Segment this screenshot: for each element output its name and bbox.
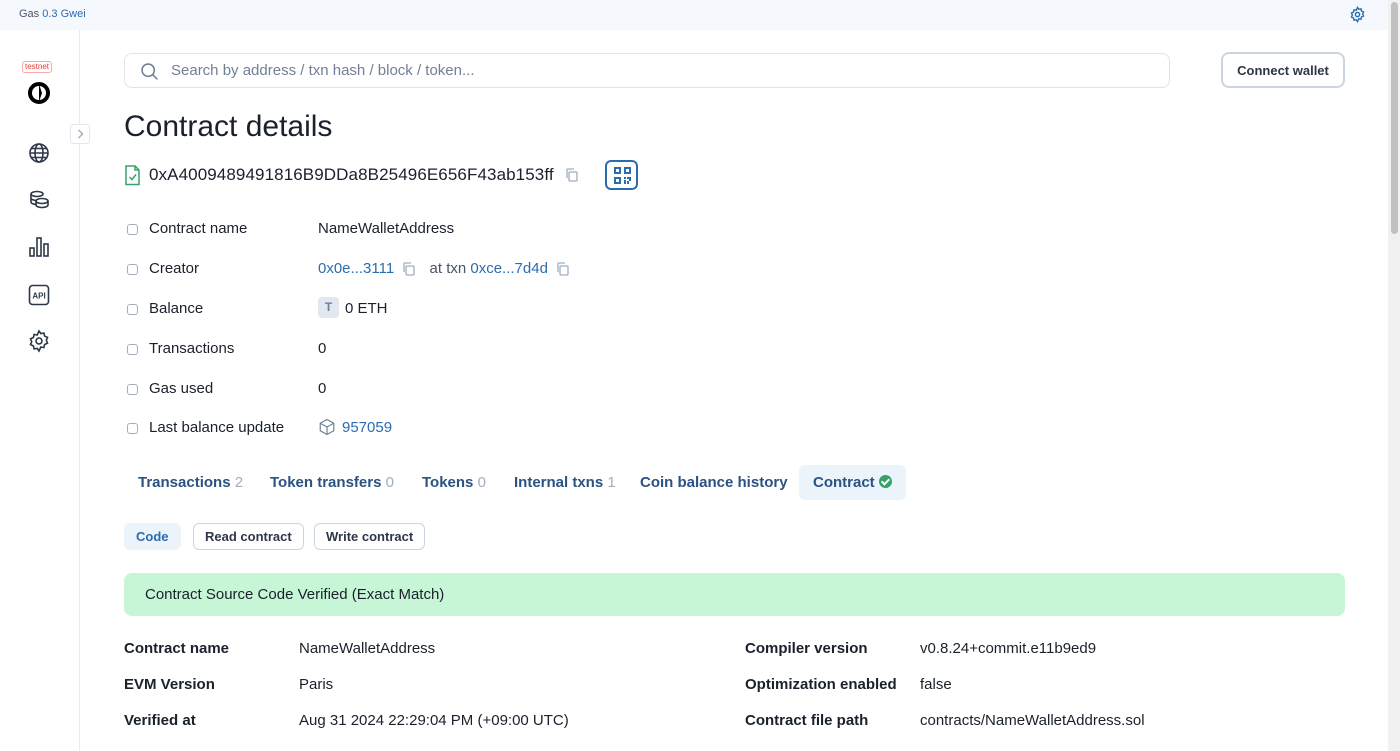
info-icon[interactable]	[127, 423, 138, 434]
info-icon[interactable]	[127, 344, 138, 355]
detail-value: false	[920, 676, 952, 693]
detail-value: Paris	[299, 676, 334, 693]
detail-value: contracts/NameWalletAddress.sol	[920, 712, 1145, 729]
creation-txn-link[interactable]: 0xce...7d4d	[470, 260, 548, 277]
verified-check-icon	[878, 474, 892, 488]
at-txn-label: at txn	[429, 260, 467, 277]
info-value: 0	[318, 340, 327, 357]
gas-value: 0.3 Gwei	[42, 8, 86, 20]
info-label: Balance	[149, 300, 204, 317]
sidebar: testnet API	[0, 30, 90, 751]
logo-icon[interactable]	[27, 81, 51, 105]
tab-count: 0	[385, 474, 394, 491]
tab-tokens[interactable]: Tokens 0	[408, 465, 500, 500]
search-bar[interactable]	[124, 53, 1170, 88]
verified-contract-icon	[125, 165, 140, 186]
creator-value: 0x0e...3111 at txn 0xce...7d4d	[318, 260, 569, 277]
block-link[interactable]: 957059	[342, 419, 392, 436]
detail-label: EVM Version	[124, 676, 215, 693]
tab-label: Token transfers	[270, 474, 382, 491]
detail-label: Compiler version	[745, 640, 868, 657]
detail-label: Verified at	[124, 712, 196, 729]
copy-icon[interactable]	[402, 262, 415, 276]
detail-label: Contract name	[124, 640, 230, 657]
tab-count: 0	[477, 474, 486, 491]
info-label: Creator	[149, 260, 200, 277]
testnet-badge: testnet	[22, 61, 53, 73]
tab-internal-txns[interactable]: Internal txns 1	[500, 465, 630, 500]
contract-address: 0xA4009489491816B9DDa8B25496E656F43ab153…	[149, 165, 554, 184]
info-label: Gas used	[149, 380, 214, 397]
stats-icon[interactable]	[27, 235, 51, 259]
chevron-right-icon	[77, 129, 84, 139]
read-contract-button[interactable]: Read contract	[193, 523, 304, 550]
tab-label: Contract	[813, 474, 875, 491]
detail-value: v0.8.24+commit.e11b9ed9	[920, 640, 1097, 657]
block-icon	[319, 418, 335, 435]
tokens-icon[interactable]	[27, 188, 51, 212]
info-label: Contract name	[149, 220, 248, 237]
copy-icon[interactable]	[556, 262, 569, 276]
tab-label: Transactions	[138, 474, 231, 491]
tab-label: Coin balance history	[640, 474, 788, 491]
balance-amount: 0 ETH	[345, 300, 388, 317]
detail-value: Aug 31 2024 22:29:04 PM (+09:00 UTC)	[299, 712, 569, 729]
code-tab-button[interactable]: Code	[124, 523, 181, 550]
copy-icon[interactable]	[565, 168, 578, 182]
tab-token-transfers[interactable]: Token transfers 0	[256, 465, 408, 500]
connect-wallet-button[interactable]: Connect wallet	[1221, 52, 1345, 88]
write-contract-button[interactable]: Write contract	[314, 523, 426, 550]
tab-count: 1	[607, 474, 616, 491]
gas-price[interactable]: Gas 0.3 Gwei	[19, 8, 86, 20]
tab-transactions[interactable]: Transactions 2	[124, 465, 257, 500]
gas-label: Gas	[19, 8, 40, 20]
search-icon	[141, 63, 158, 80]
verified-banner: Contract Source Code Verified (Exact Mat…	[124, 573, 1345, 616]
info-label: Last balance update	[149, 419, 285, 436]
tab-contract[interactable]: Contract	[799, 465, 906, 500]
tab-count: 2	[234, 474, 244, 491]
scrollbar[interactable]	[1388, 0, 1400, 751]
info-icon[interactable]	[127, 224, 138, 235]
token-icon: T	[318, 297, 339, 319]
qr-code-icon	[614, 167, 631, 184]
last-update-value: 957059	[318, 418, 392, 436]
tab-coin-balance-history[interactable]: Coin balance history	[626, 465, 802, 500]
sidebar-collapse-button[interactable]	[70, 124, 90, 144]
page-title: Contract details	[124, 110, 333, 143]
qr-code-button[interactable]	[605, 160, 638, 190]
settings-icon[interactable]	[1349, 6, 1366, 23]
top-bar: Gas 0.3 Gwei	[0, 0, 1388, 30]
settings-icon[interactable]	[27, 329, 51, 353]
creator-address-link[interactable]: 0x0e...3111	[318, 260, 394, 277]
balance-value: T 0 ETH	[318, 297, 388, 319]
detail-label: Contract file path	[745, 712, 869, 729]
info-label: Transactions	[149, 340, 235, 357]
info-value: 0	[318, 380, 327, 397]
scrollbar-thumb[interactable]	[1391, 2, 1398, 234]
globe-icon[interactable]	[27, 141, 51, 165]
info-icon[interactable]	[127, 304, 138, 315]
info-value: NameWalletAddress	[318, 220, 455, 237]
detail-label: Optimization enabled	[745, 676, 897, 693]
tab-label: Internal txns	[514, 474, 604, 491]
tab-label: Tokens	[422, 474, 474, 491]
detail-value: NameWalletAddress	[299, 640, 436, 657]
info-icon[interactable]	[127, 264, 138, 275]
svg-text:API: API	[32, 292, 45, 301]
api-icon[interactable]: API	[27, 283, 51, 307]
info-icon[interactable]	[127, 384, 138, 395]
search-input[interactable]	[171, 54, 1151, 87]
